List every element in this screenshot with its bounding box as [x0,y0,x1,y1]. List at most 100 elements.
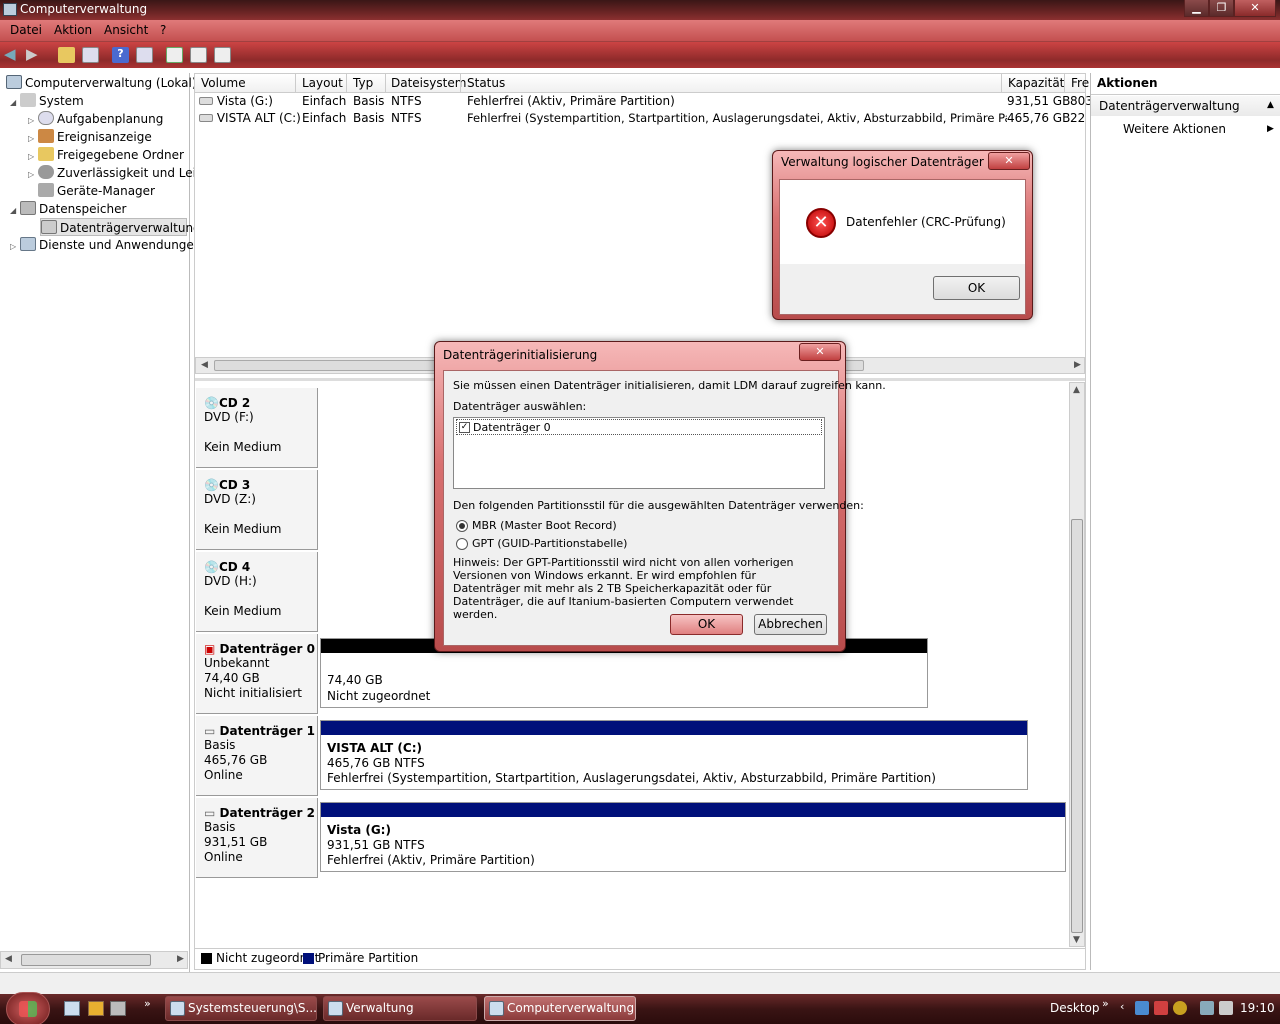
menu-help[interactable]: ? [160,23,166,37]
menu-ansicht[interactable]: Ansicht [104,23,148,37]
clock[interactable]: 19:10 [1240,1001,1275,1015]
disk-vertical-scrollbar[interactable]: ▲ ▼ [1069,382,1085,947]
menu-aktion[interactable]: Aktion [54,23,92,37]
col-status[interactable]: Status [467,76,505,90]
disk0-checkbox[interactable]: ✓ [459,422,470,433]
menu-datei[interactable]: Datei [10,23,42,37]
quicklaunch-more-icon[interactable]: » [144,997,151,1010]
network-icon[interactable] [1200,1001,1214,1015]
error-ok-button[interactable]: OK [933,276,1020,300]
scroll-right-icon[interactable]: ▶ [1074,360,1081,370]
column-divider[interactable] [295,74,296,93]
tree-item-storage[interactable]: ◢ Datenspeicher [10,200,126,218]
volume-icon[interactable] [1219,1001,1233,1015]
tree-item-disk-management[interactable]: Datenträgerverwaltung [40,218,201,236]
table-row[interactable]: Vista (G:) Einfach Basis NTFS Fehlerfrei… [195,93,1093,110]
tree-item-shared-folders[interactable]: ▷ Freigegebene Ordner [28,146,184,164]
tree-item-task-scheduler[interactable]: ▷ Aufgabenplanung [28,110,163,128]
back-arrow-icon[interactable]: ◀ [4,47,21,63]
forward-arrow-icon[interactable]: ▶ [26,47,43,63]
tree-item-computer-management[interactable]: Computerverwaltung (Lokal) [6,74,197,92]
expanded-arrow-icon[interactable]: ◢ [10,94,20,112]
action-pane-icon[interactable] [136,47,153,63]
column-divider[interactable] [460,74,461,93]
minimize-button[interactable]: ▁ [1184,0,1209,17]
show-desktop-icon[interactable] [64,1001,80,1016]
submenu-arrow-icon[interactable]: ▶ [1267,124,1274,134]
tree-item-reliability[interactable]: ▷ Zuverlässigkeit und Leis [28,164,202,182]
tree-item-device-manager[interactable]: Geräte-Manager [38,182,155,200]
column-divider[interactable] [385,74,386,93]
table-row[interactable]: VISTA ALT (C:) Einfach Basis NTFS Fehler… [195,110,1085,127]
disk-label-disk1[interactable]: ▭ Datenträger 1 Basis 465,76 GB Online [196,716,318,796]
expanded-arrow-icon[interactable]: ◢ [10,202,20,220]
tree-item-services[interactable]: ▷ Dienste und Anwendungen [10,236,201,254]
scroll-thumb[interactable] [21,954,151,966]
gpt-radio[interactable] [456,538,468,550]
column-divider[interactable] [1001,74,1002,93]
start-orb-button[interactable] [6,992,50,1024]
console-tree-icon[interactable] [82,47,99,63]
help-icon[interactable]: ? [112,47,129,63]
properties-icon[interactable] [190,47,207,63]
col-volume[interactable]: Volume [201,76,246,90]
col-kapazitaet[interactable]: Kapazität [1008,76,1064,90]
device-manager-icon [38,183,54,197]
actions-section-disk-management[interactable]: Datenträgerverwaltung ▲ [1091,96,1280,116]
taskbar-task-verwaltung[interactable]: Verwaltung [323,996,477,1021]
init-dialog-close-button[interactable]: ✕ [799,343,841,361]
col-frei[interactable]: Fre [1071,76,1089,90]
list-item[interactable]: ✓ Datenträger 0 [456,419,822,435]
error-dialog-close-button[interactable]: ✕ [988,152,1030,170]
volume-vista-g[interactable]: Vista (G:) 931,51 GB NTFS Fehlerfrei (Ak… [320,802,1066,872]
defender-icon[interactable] [1173,1001,1187,1015]
column-divider[interactable] [346,74,347,93]
scroll-right-icon[interactable]: ▶ [177,954,184,964]
collapse-up-icon[interactable]: ▲ [1267,100,1274,110]
disk-label-disk2[interactable]: ▭ Datenträger 2 Basis 931,51 GB Online [196,798,318,878]
mbr-radio[interactable] [456,520,468,532]
collapsed-arrow-icon[interactable]: ▷ [28,166,38,184]
maximize-button[interactable]: ❐ [1209,0,1234,17]
close-button[interactable]: ✕ [1234,0,1276,17]
scroll-up-icon[interactable]: ▲ [1073,385,1080,395]
taskbar-task-computerverwaltung[interactable]: Computerverwaltung [484,996,636,1021]
taskbar-task-systemsteuerung[interactable]: Systemsteuerung\S... [165,996,317,1021]
primary-partition-bar [321,721,1027,735]
disk-label-cd4[interactable]: 💿CD 4 DVD (H:) Kein Medium [196,552,318,632]
scroll-left-icon[interactable]: ◀ [5,954,12,964]
status-bar [0,972,1280,994]
init-cancel-button[interactable]: Abbrechen [754,614,827,635]
switch-windows-icon[interactable] [110,1001,126,1016]
disk-label-cd3[interactable]: 💿CD 3 DVD (Z:) Kein Medium [196,470,318,550]
media-player-icon[interactable] [88,1001,104,1016]
scroll-left-icon[interactable]: ◀ [201,360,208,370]
desktop-toolbar-label[interactable]: Desktop [1050,1001,1100,1015]
disk-label-cd2[interactable]: 💿CD 2 DVD (F:) Kein Medium [196,388,318,468]
tree-item-event-viewer[interactable]: ▷ Ereignisanzeige [28,128,152,146]
scroll-down-icon[interactable]: ▼ [1073,935,1080,945]
toolbar-more-icon[interactable]: » [1102,997,1109,1010]
col-layout[interactable]: Layout [302,76,343,90]
folder-up-icon[interactable] [58,47,75,63]
init-ok-button[interactable]: OK [670,614,743,635]
disk-label-disk0[interactable]: ▣ Datenträger 0 Unbekannt 74,40 GB Nicht… [196,634,318,714]
tree-item-system[interactable]: ◢ System [10,92,84,110]
disk-select-list: ✓ Datenträger 0 [453,417,825,489]
scroll-thumb[interactable] [1071,519,1083,933]
actions-pane: Aktionen Datenträgerverwaltung ▲ Weitere… [1090,73,1280,970]
volume-vista-alt-c[interactable]: VISTA ALT (C:) 465,76 GB NTFS Fehlerfrei… [320,720,1028,790]
tree-horizontal-scrollbar[interactable]: ◀ ▶ [0,951,188,969]
col-typ[interactable]: Typ [353,76,373,90]
gpt-label[interactable]: GPT (GUID-Partitionstabelle) [472,537,627,550]
tray-expand-icon[interactable]: ‹ [1120,1000,1124,1013]
refresh-icon[interactable] [166,47,183,63]
col-dateisystem[interactable]: Dateisystem [391,76,466,90]
collapsed-arrow-icon[interactable]: ▷ [10,238,20,256]
bluetooth-icon[interactable] [1135,1001,1149,1015]
column-divider[interactable] [1064,74,1065,93]
action-more-actions[interactable]: Weitere Aktionen [1123,122,1226,136]
mbr-label[interactable]: MBR (Master Boot Record) [472,519,617,532]
settings-icon[interactable] [214,47,231,63]
security-alert-icon[interactable] [1154,1001,1168,1015]
